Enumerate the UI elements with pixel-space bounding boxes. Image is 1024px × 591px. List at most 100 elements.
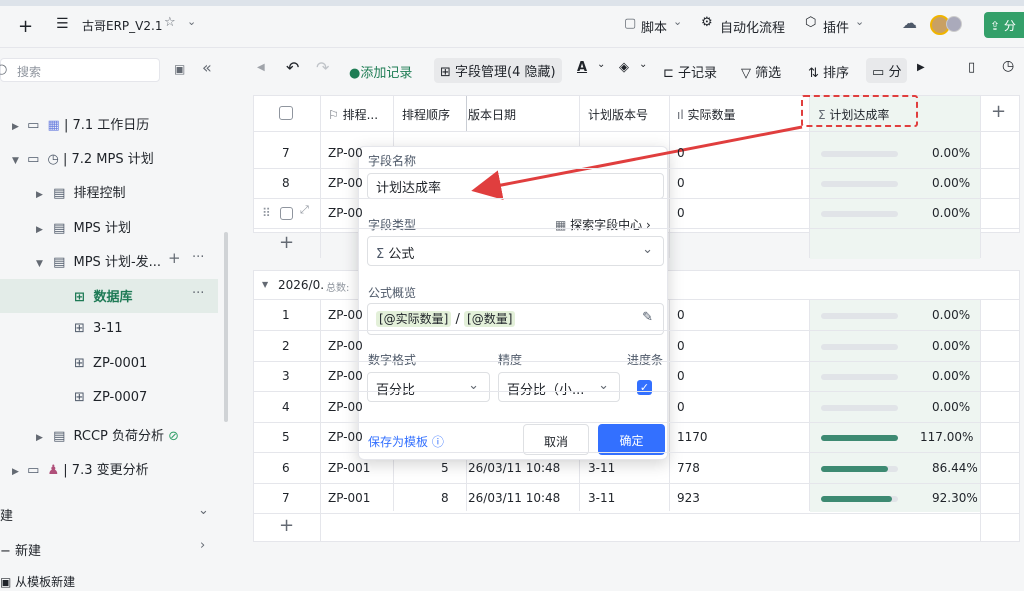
row-number[interactable]: 7 (282, 491, 290, 505)
script-button[interactable]: 脚本 (641, 17, 667, 36)
number-format-select[interactable]: 百分比 ⌄ (367, 372, 490, 402)
layout-icon[interactable]: ▯ (968, 60, 975, 75)
more-icon[interactable]: ··· (192, 250, 204, 265)
actual-qty-cell[interactable]: 0 (677, 339, 685, 353)
rate-cell[interactable]: 0.00% (932, 339, 970, 353)
actual-qty-cell[interactable]: 0 (677, 146, 685, 160)
actual-qty-cell[interactable]: 0 (677, 308, 685, 322)
field-type-select[interactable]: Σ 公式 ⌄ (367, 236, 664, 266)
date-cell[interactable]: 26/03/11 10:48 (468, 461, 560, 475)
code-cell[interactable]: ZP-00 (328, 146, 363, 160)
sort-button[interactable]: ⇅ 排序 (808, 62, 849, 81)
code-cell[interactable]: ZP-00 (328, 430, 363, 444)
version-cell[interactable]: 3-11 (588, 491, 615, 505)
sidebar-footer-new[interactable]: − 新建 (0, 540, 41, 559)
code-cell[interactable]: ZP-001 (328, 461, 370, 475)
order-cell[interactable]: 8 (441, 491, 449, 505)
row-number[interactable]: 3 (282, 369, 290, 383)
column-header[interactable]: ıl 实际数量 (677, 106, 736, 123)
row-number[interactable]: 2 (282, 339, 290, 353)
fill-color-icon[interactable]: ◈ (619, 60, 629, 75)
undo-icon[interactable]: ↶ (286, 58, 299, 77)
save-as-template-link[interactable]: 保存为模板 ⓘ (368, 433, 444, 450)
field-name-input[interactable]: 计划达成率 (367, 173, 664, 199)
collapse-panel-icon[interactable]: ▣ (174, 62, 185, 76)
row-number[interactable]: 5 (282, 430, 290, 444)
plugin-button[interactable]: 插件 (823, 17, 849, 36)
pencil-icon[interactable]: ✎ (642, 310, 653, 325)
select-all-checkbox[interactable] (279, 106, 293, 120)
sidebar-item-mps-release[interactable]: ▼ ▤ MPS 计划-发... (36, 251, 161, 270)
sidebar-item-zp-0007[interactable]: ⊞ ZP-0007 (74, 390, 147, 405)
chevron-down-icon[interactable]: ⌄ (597, 59, 605, 70)
text-color-icon[interactable]: A (577, 60, 587, 75)
sidebar-item-mps-plan[interactable]: ▶ ▤ MPS 计划 (36, 217, 131, 236)
sidebar-scrollbar[interactable] (224, 232, 228, 422)
order-cell[interactable]: 5 (441, 461, 449, 475)
column-header[interactable]: 版本日期 (468, 106, 516, 123)
sidebar-footer-template[interactable]: ▣ 从模板新建 (0, 573, 75, 590)
code-cell[interactable]: ZP-001 (328, 491, 370, 505)
actual-qty-cell[interactable]: 1170 (677, 430, 708, 444)
rate-cell[interactable]: 117.00% (920, 430, 973, 444)
sub-record-button[interactable]: ⊏ 子记录 (663, 62, 717, 81)
sidebar-item-7-2[interactable]: ▼ ▭ ◷ | 7.2 MPS 计划 (12, 148, 154, 167)
row-number[interactable]: 7 (282, 146, 290, 160)
star-icon[interactable]: ☆ (164, 15, 176, 30)
column-header[interactable]: 计划版本号 (588, 106, 648, 123)
rate-cell[interactable]: 92.30% (932, 491, 978, 505)
sidebar-item-rccp[interactable]: ▶ ▤ RCCP 负荷分析 ⊘ (36, 425, 179, 444)
add-icon[interactable]: + (168, 249, 181, 267)
scroll-right-icon[interactable]: ▶ (917, 62, 925, 73)
sidebar-footer-create[interactable]: 建 (0, 505, 13, 524)
drag-handle-icon[interactable]: ⠿ (262, 206, 271, 220)
search-input[interactable]: 搜索 (0, 58, 160, 82)
actual-qty-cell[interactable]: 0 (677, 176, 685, 190)
code-cell[interactable]: ZP-00 (328, 339, 363, 353)
actual-qty-cell[interactable]: 0 (677, 369, 685, 383)
automation-button[interactable]: 自动化流程 (720, 17, 785, 36)
explore-field-center-link[interactable]: ▦ 探索字段中心 › (555, 216, 651, 233)
version-cell[interactable]: 3-11 (588, 461, 615, 475)
scroll-left-icon[interactable]: ◀ (257, 62, 265, 73)
menu-icon[interactable]: ☰ (56, 16, 69, 32)
code-cell[interactable]: ZP-00 (328, 400, 363, 414)
cloud-icon[interactable]: ☁ (902, 14, 917, 32)
row-number[interactable]: 1 (282, 308, 290, 322)
redo-icon[interactable]: ↷ (316, 58, 329, 77)
precision-select[interactable]: 百分比（小... ⌄ (498, 372, 620, 402)
app-title[interactable]: 古哥ERP_V2.1 (82, 17, 162, 34)
row-number[interactable]: 4 (282, 400, 290, 414)
actual-qty-cell[interactable]: 0 (677, 206, 685, 220)
chevron-down-icon[interactable]: ⌄ (187, 15, 196, 28)
add-row-icon[interactable]: + (279, 515, 294, 536)
plus-icon[interactable]: + (18, 16, 33, 37)
column-header[interactable]: 排程顺序 (402, 106, 450, 123)
sidebar-item-schedule-control[interactable]: ▶ ▤ 排程控制 (36, 182, 126, 201)
rate-cell[interactable]: 0.00% (932, 146, 970, 160)
actual-qty-cell[interactable]: 923 (677, 491, 700, 505)
rate-cell[interactable]: 0.00% (932, 400, 970, 414)
row-checkbox[interactable] (280, 207, 293, 220)
code-cell[interactable]: ZP-00 (328, 176, 363, 190)
add-column-icon[interactable]: + (991, 101, 1006, 122)
chevron-down-icon[interactable]: ⌄ (639, 59, 647, 70)
field-manage-button[interactable]: ⊞ 字段管理(4 隐藏) (434, 58, 562, 83)
more-icon[interactable]: ··· (192, 286, 204, 301)
rate-cell[interactable]: 0.00% (932, 369, 970, 383)
chevron-right-icon[interactable]: › (200, 538, 205, 553)
progress-bar-checkbox[interactable]: ✓ (637, 380, 652, 395)
group-button[interactable]: ▭ 分 (866, 58, 908, 83)
actual-qty-cell[interactable]: 778 (677, 461, 700, 475)
group-caret-icon[interactable]: ▼ (262, 280, 268, 289)
sidebar-item-7-1[interactable]: ▶ ▭ ▦ | 7.1 工作日历 (12, 114, 149, 133)
actual-qty-cell[interactable]: 0 (677, 400, 685, 414)
rate-cell[interactable]: 0.00% (932, 206, 970, 220)
add-row-icon[interactable]: + (279, 232, 294, 253)
code-cell[interactable]: ZP-00 (328, 308, 363, 322)
rate-cell[interactable]: 0.00% (932, 176, 970, 190)
add-record-button[interactable]: ●添加记录 (349, 62, 412, 81)
share-button[interactable]: ⇪ 分 (984, 12, 1024, 38)
filter-button[interactable]: ▽ 筛选 (741, 62, 781, 81)
rate-cell[interactable]: 0.00% (932, 308, 970, 322)
